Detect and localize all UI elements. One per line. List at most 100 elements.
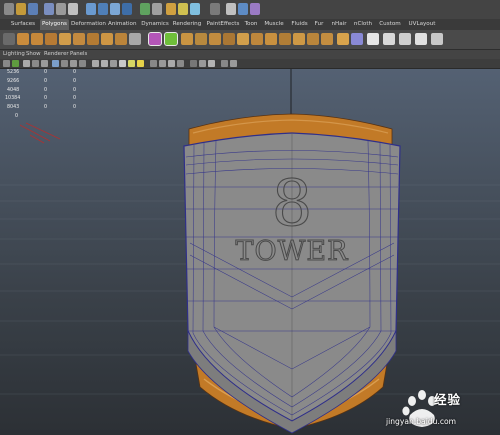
shelf-tab-surfaces[interactable]: Surfaces <box>8 19 38 30</box>
poly-sphere-icon[interactable] <box>17 33 29 45</box>
panel-menu-bar: Lighting Show Renderer Panels <box>0 50 500 59</box>
shelf-tab-uvlayout[interactable]: UVLayout <box>406 19 438 30</box>
wireframe-on-shaded-icon[interactable] <box>110 60 117 67</box>
snap-grid-icon[interactable] <box>86 3 96 15</box>
tool-settings-icon[interactable] <box>250 3 260 15</box>
engraved-word: TOWER <box>236 236 349 267</box>
poly-cylinder-icon[interactable] <box>45 33 57 45</box>
poly-cone-icon[interactable] <box>59 33 71 45</box>
engraved-number: 8 <box>272 167 313 241</box>
shelf-tab-muscle[interactable]: Muscle <box>262 19 286 30</box>
save-scene-icon[interactable] <box>28 3 38 15</box>
sculpt-icon[interactable] <box>351 33 363 45</box>
use-all-lights-icon[interactable] <box>128 60 135 67</box>
gate-mask-icon[interactable] <box>79 60 86 67</box>
uv-auto-icon[interactable] <box>431 33 443 45</box>
new-scene-icon[interactable] <box>4 3 14 15</box>
image-plane-icon[interactable] <box>32 60 39 67</box>
textured-icon[interactable] <box>119 60 126 67</box>
2d-pan-zoom-icon[interactable] <box>41 60 48 67</box>
render-frame-icon[interactable] <box>166 3 176 15</box>
bridge-icon[interactable] <box>251 33 263 45</box>
poly-pyramid-icon[interactable] <box>115 33 127 45</box>
uv-cylindrical-icon[interactable] <box>399 33 411 45</box>
shelf-tab-fur[interactable]: Fur <box>313 19 325 30</box>
shelf-tab-polygons[interactable]: Polygons <box>40 19 69 30</box>
insert-edge-loop-icon[interactable] <box>293 33 305 45</box>
shelf-tab-fluids[interactable]: Fluids <box>289 19 310 30</box>
ambient-occlusion-icon[interactable] <box>199 60 206 67</box>
snap-point-icon[interactable] <box>110 3 120 15</box>
status-line <box>0 0 500 20</box>
shelf-menu-icon[interactable] <box>3 33 15 45</box>
hardware-texturing-icon[interactable] <box>190 60 197 67</box>
separate-icon[interactable] <box>164 32 178 46</box>
shelf-tab-toon[interactable]: Toon <box>242 19 260 30</box>
antialiasing-icon[interactable] <box>221 60 228 67</box>
menu-lighting[interactable]: Lighting <box>3 50 25 59</box>
isolate-select-icon[interactable] <box>150 60 157 67</box>
shelf-tab-rendering[interactable]: Rendering <box>172 19 202 30</box>
shelf-tab-painteffects[interactable]: PaintEffects <box>205 19 241 30</box>
shelf-tab-animation[interactable]: Animation <box>108 19 137 30</box>
select-hierarchy-icon[interactable] <box>44 3 54 15</box>
show-attribute-editor-icon[interactable] <box>226 3 236 15</box>
shelf-tab-ncloth[interactable]: nCloth <box>352 19 374 30</box>
xray-joints-icon[interactable] <box>168 60 175 67</box>
channel-box-icon[interactable] <box>238 3 248 15</box>
render-settings-icon[interactable] <box>190 3 200 15</box>
boolean-difference-icon[interactable] <box>223 33 235 45</box>
watermark-brand: 经验 <box>434 392 462 407</box>
camera-attributes-icon[interactable] <box>12 60 19 67</box>
menu-show[interactable]: Show <box>26 50 41 59</box>
snap-curve-icon[interactable] <box>98 3 108 15</box>
extract-icon[interactable] <box>181 33 193 45</box>
select-camera-icon[interactable] <box>3 60 10 67</box>
extrude-icon[interactable] <box>237 33 249 45</box>
poly-cube-icon[interactable] <box>31 33 43 45</box>
ipr-render-icon[interactable] <box>178 3 188 15</box>
menu-renderer[interactable]: Renderer <box>44 50 69 59</box>
split-polygon-icon[interactable] <box>279 33 291 45</box>
offset-edge-loop-icon[interactable] <box>307 33 319 45</box>
shelf-tab-dynamics[interactable]: Dynamics <box>140 19 170 30</box>
xray-icon[interactable] <box>159 60 166 67</box>
history-icon[interactable] <box>140 3 150 15</box>
checker-map-icon[interactable] <box>367 33 379 45</box>
shelf-tab-deformation[interactable]: Deformation <box>71 19 106 30</box>
wireframe-icon[interactable] <box>92 60 99 67</box>
uv-planar-icon[interactable] <box>383 33 395 45</box>
merge-icon[interactable] <box>337 33 349 45</box>
poly-pipe-icon[interactable] <box>129 33 141 45</box>
input-field-icon[interactable] <box>210 3 220 15</box>
snap-plane-icon[interactable] <box>122 3 132 15</box>
shelf-icon-bar <box>0 30 500 50</box>
uv-spherical-icon[interactable] <box>415 33 427 45</box>
resolution-gate-icon[interactable] <box>70 60 77 67</box>
smooth-shade-icon[interactable] <box>101 60 108 67</box>
watermark-url: jingyan.baidu.com <box>386 417 457 426</box>
motion-blur-icon[interactable] <box>208 60 215 67</box>
menu-panels[interactable]: Panels <box>70 50 87 59</box>
shadows-icon[interactable] <box>137 60 144 67</box>
poly-plane-icon[interactable] <box>73 33 85 45</box>
boolean-union-icon[interactable] <box>209 33 221 45</box>
bookmark-icon[interactable] <box>23 60 30 67</box>
append-polygon-icon[interactable] <box>265 33 277 45</box>
film-gate-icon[interactable] <box>61 60 68 67</box>
bevel-icon[interactable] <box>321 33 333 45</box>
poly-prism-icon[interactable] <box>101 33 113 45</box>
xray-active-icon[interactable] <box>177 60 184 67</box>
shelf-tab-custom[interactable]: Custom <box>378 19 402 30</box>
open-scene-icon[interactable] <box>16 3 26 15</box>
select-component-icon[interactable] <box>68 3 78 15</box>
poly-torus-icon[interactable] <box>87 33 99 45</box>
select-object-icon[interactable] <box>56 3 66 15</box>
smooth-icon[interactable] <box>195 33 207 45</box>
construction-icon[interactable] <box>152 3 162 15</box>
combine-icon[interactable] <box>148 32 162 46</box>
grid-toggle-icon[interactable] <box>52 60 59 67</box>
depth-of-field-icon[interactable] <box>230 60 237 67</box>
panel-toolbar <box>0 59 500 69</box>
shelf-tab-nhair[interactable]: nHair <box>330 19 348 30</box>
